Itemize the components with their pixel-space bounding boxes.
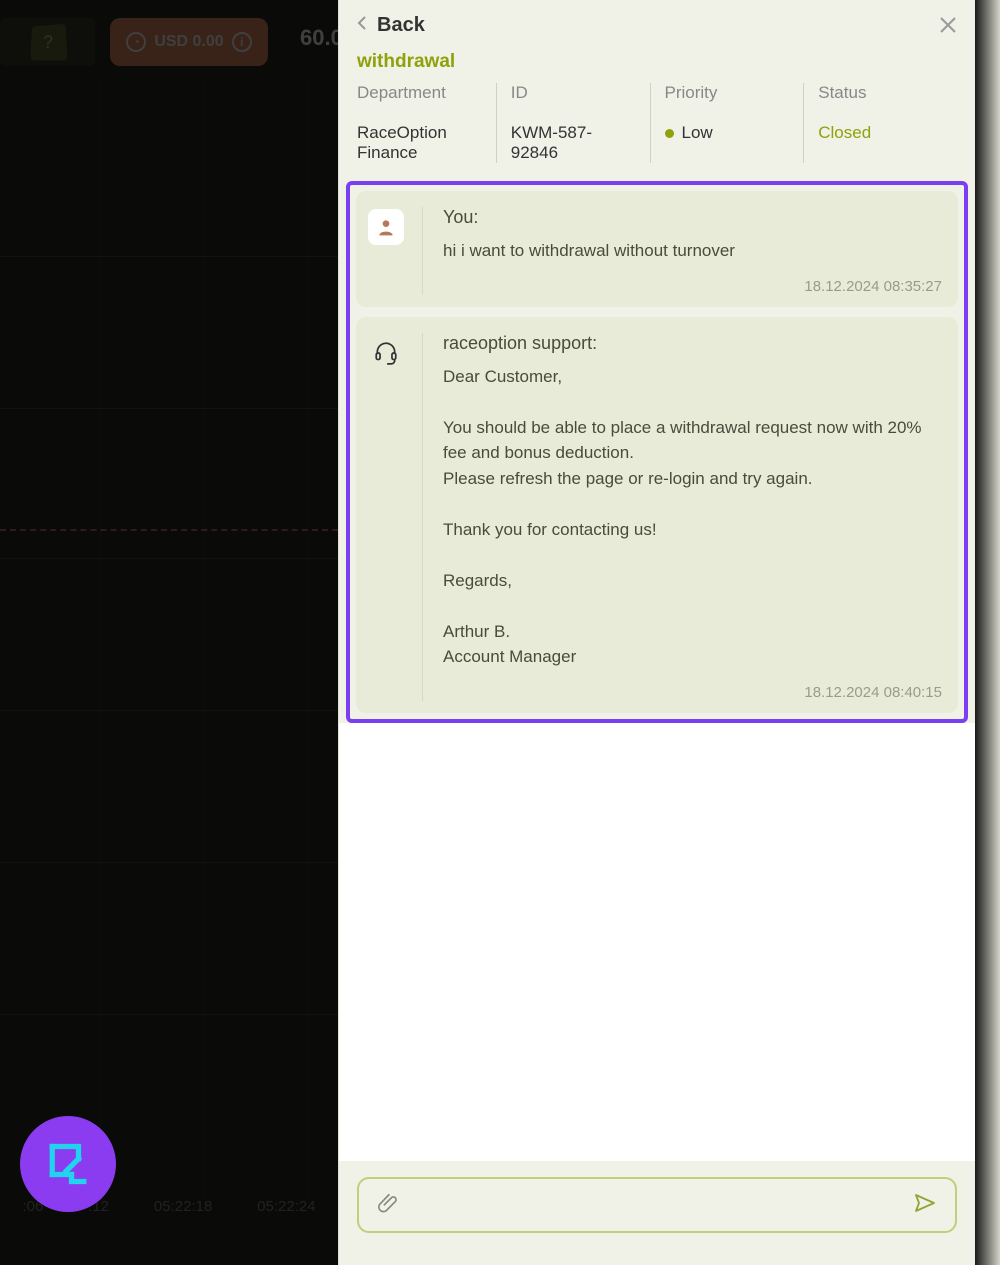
support-avatar [368, 335, 404, 371]
send-button[interactable] [913, 1191, 937, 1220]
meta-label: Status [818, 83, 943, 103]
panel-header: Back [339, 0, 975, 51]
background-dim-overlay [0, 0, 338, 1265]
message-support: raceoption support: Dear Customer, You s… [356, 317, 958, 713]
priority-dot-icon [665, 129, 674, 138]
message-time: 18.12.2024 08:35:27 [443, 278, 942, 295]
person-icon [376, 217, 396, 237]
send-icon [913, 1191, 937, 1215]
logo-icon [40, 1136, 96, 1192]
message-body: You: hi i want to withdrawal without tur… [443, 207, 942, 295]
chevron-left-icon [357, 15, 367, 36]
ticket-panel: Back withdrawal Department RaceOption Fi… [338, 0, 975, 1265]
message-sender: You: [443, 207, 942, 228]
meta-label: Department [357, 83, 482, 103]
meta-value: KWM-587-92846 [511, 123, 636, 163]
meta-label: ID [511, 83, 636, 103]
meta-label: Priority [665, 83, 790, 103]
paperclip-icon [377, 1192, 399, 1214]
message-body: raceoption support: Dear Customer, You s… [443, 333, 942, 701]
meta-value: Closed [818, 123, 943, 143]
priority-text: Low [682, 123, 713, 142]
message-time: 18.12.2024 08:40:15 [443, 684, 942, 701]
meta-status: Status Closed [803, 83, 957, 163]
ticket-title: withdrawal [339, 51, 975, 83]
panel-empty-area [339, 723, 975, 1162]
help-fab[interactable] [20, 1116, 116, 1212]
meta-department: Department RaceOption Finance [357, 83, 496, 163]
attach-button[interactable] [377, 1192, 399, 1219]
message-sender: raceoption support: [443, 333, 942, 354]
message-input[interactable] [413, 1195, 899, 1215]
divider [422, 207, 423, 295]
divider [422, 333, 423, 701]
meta-id: ID KWM-587-92846 [496, 83, 650, 163]
ticket-meta: Department RaceOption Finance ID KWM-587… [339, 83, 975, 181]
back-button[interactable]: Back [357, 14, 425, 37]
messages-highlight: You: hi i want to withdrawal without tur… [346, 181, 968, 723]
close-icon [939, 16, 957, 34]
user-avatar [368, 209, 404, 245]
message-text: hi i want to withdrawal without turnover [443, 238, 942, 264]
back-label: Back [377, 14, 425, 37]
headset-icon [373, 340, 399, 366]
meta-value: Low [665, 123, 790, 143]
message-text: Dear Customer, You should be able to pla… [443, 364, 942, 670]
meta-value: RaceOption Finance [357, 123, 482, 163]
message-user: You: hi i want to withdrawal without tur… [356, 191, 958, 307]
close-button[interactable] [939, 14, 957, 40]
message-input-bar [357, 1177, 957, 1233]
meta-priority: Priority Low [650, 83, 804, 163]
